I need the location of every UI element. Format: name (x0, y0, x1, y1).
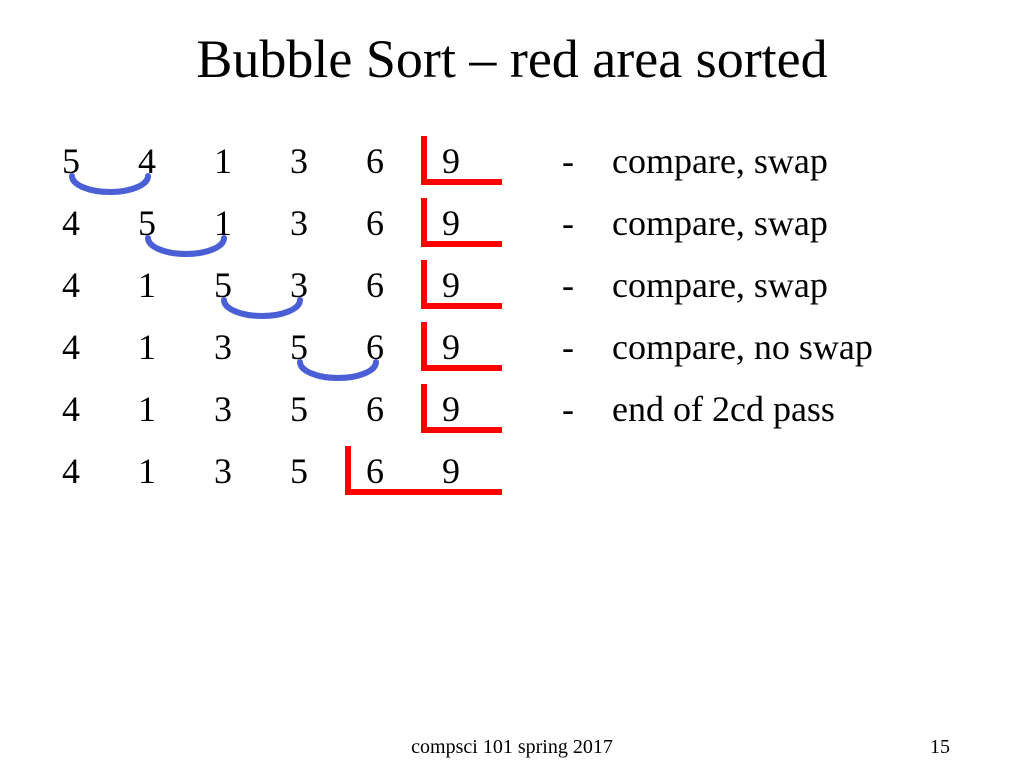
separator: - (562, 202, 574, 244)
separator: - (562, 326, 574, 368)
array-value: 4 (138, 140, 174, 182)
array-value: 6 (366, 264, 402, 306)
array-value: 5 (214, 264, 250, 306)
array-value: 3 (290, 202, 326, 244)
separator: - (562, 264, 574, 306)
array-value: 1 (138, 450, 174, 492)
array-value: 6 (366, 202, 402, 244)
operation-label: compare, swap (612, 264, 828, 306)
array-value: 4 (62, 450, 98, 492)
operation-label: end of 2cd pass (612, 388, 835, 430)
footer-course: compsci 101 spring 2017 (0, 736, 1024, 759)
array-value: 5 (290, 388, 326, 430)
slide-title: Bubble Sort – red area sorted (0, 28, 1024, 90)
operation-label: compare, swap (612, 202, 828, 244)
array-value: 4 (62, 264, 98, 306)
operation-label: compare, swap (612, 140, 828, 182)
array-value: 1 (214, 202, 250, 244)
array-value: 6 (366, 326, 402, 368)
array-value: 9 (442, 202, 478, 244)
array-value: 1 (138, 388, 174, 430)
array-value: 1 (138, 264, 174, 306)
array-value: 9 (442, 140, 478, 182)
array-value: 3 (214, 326, 250, 368)
array-value: 6 (366, 388, 402, 430)
array-value: 4 (62, 202, 98, 244)
array-value: 4 (62, 326, 98, 368)
array-value: 1 (214, 140, 250, 182)
array-value: 3 (214, 450, 250, 492)
array-value: 3 (290, 140, 326, 182)
array-value: 5 (290, 450, 326, 492)
array-value: 5 (138, 202, 174, 244)
separator: - (562, 388, 574, 430)
array-value: 6 (366, 140, 402, 182)
array-value: 1 (138, 326, 174, 368)
array-value: 6 (366, 450, 402, 492)
array-value: 3 (290, 264, 326, 306)
array-value: 9 (442, 264, 478, 306)
separator: - (562, 140, 574, 182)
array-value: 5 (62, 140, 98, 182)
array-value: 5 (290, 326, 326, 368)
operation-label: compare, no swap (612, 326, 873, 368)
array-value: 3 (214, 388, 250, 430)
array-value: 9 (442, 450, 478, 492)
array-value: 4 (62, 388, 98, 430)
footer-page-number: 15 (930, 736, 950, 759)
array-value: 9 (442, 388, 478, 430)
array-value: 9 (442, 326, 478, 368)
